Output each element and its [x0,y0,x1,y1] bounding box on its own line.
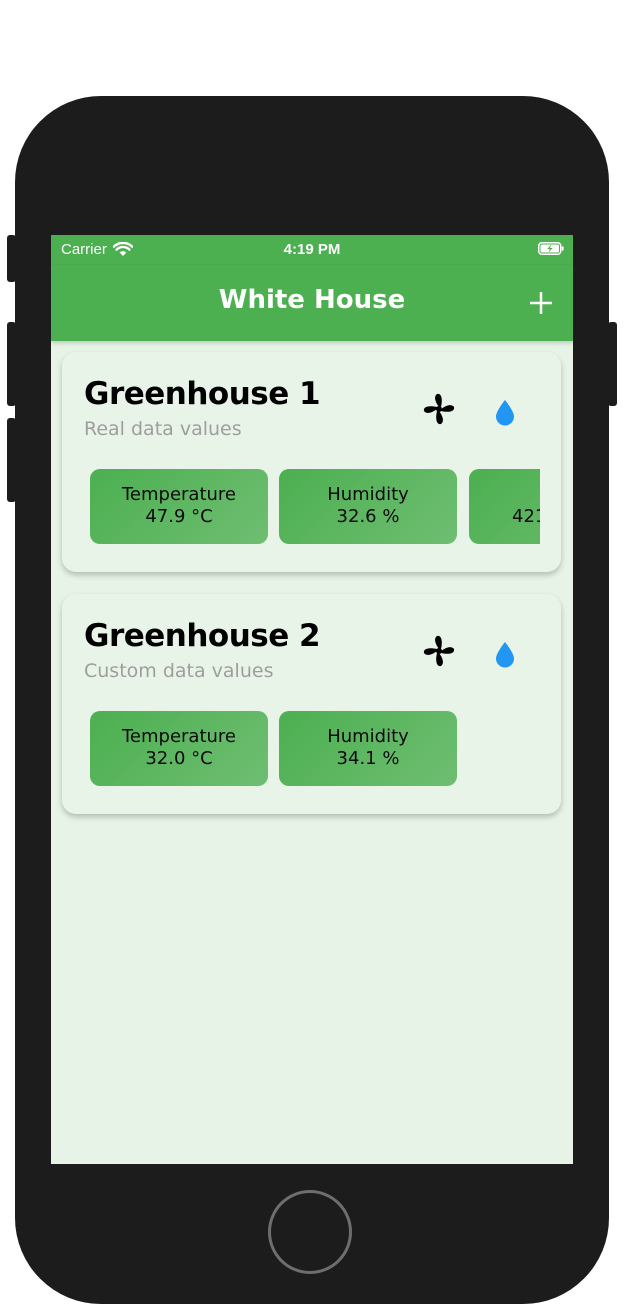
app-bar: White House [51,265,573,341]
sensor-label: Humidity [327,484,409,505]
sensor-label: Temperature [121,484,237,505]
sensor-value: 47.9 °C [145,506,213,527]
greenhouse-subtitle: Custom data values [84,660,274,682]
sensor-tile-humidity[interactable]: Humidity 34.1 % [279,711,457,786]
sensor-value: 32.6 % [336,506,400,527]
sensor-value: 32.0 °C [145,748,213,769]
greenhouse-name: Greenhouse 1 [84,376,321,412]
water-drop-icon[interactable] [494,640,516,668]
water-drop-icon[interactable] [494,398,516,426]
screen: Carrier 4:19 PM White House Greenhouse 1… [51,235,573,1164]
plus-icon[interactable] [529,285,553,321]
sensor-label: Temperature [121,726,237,747]
sensor-tile-temperature[interactable]: Temperature 47.9 °C [90,469,268,544]
greenhouse-name: Greenhouse 2 [84,618,321,654]
sensor-tile-humidity[interactable]: Humidity 32.6 % [279,469,457,544]
greenhouse-subtitle: Real data values [84,418,242,440]
sensor-tile-third[interactable]: Sı 421 [469,469,540,544]
sensor-row: Temperature 32.0 °C Humidity 34.1 % [90,711,540,787]
sensor-row: Temperature 47.9 °C Humidity 32.6 % Sı 4… [90,469,540,545]
greenhouse-card[interactable]: Greenhouse 1 Real data values Temperatur… [62,352,561,572]
sensor-value: 421 [512,506,540,527]
status-bar: Carrier 4:19 PM [51,235,573,265]
sensor-label: Sı [469,484,540,506]
home-button[interactable] [268,1190,352,1274]
battery-charging-icon [538,242,564,255]
fan-icon[interactable] [422,634,456,668]
sensor-value: 34.1 % [336,748,400,769]
sensor-label: Humidity [327,726,409,747]
power-button [608,322,617,406]
app-title: White House [218,285,406,315]
sensor-tile-temperature[interactable]: Temperature 32.0 °C [90,711,268,786]
greenhouse-card[interactable]: Greenhouse 2 Custom data values Temperat… [62,594,561,814]
fan-icon[interactable] [422,392,456,426]
status-time: 4:19 PM [283,241,341,258]
